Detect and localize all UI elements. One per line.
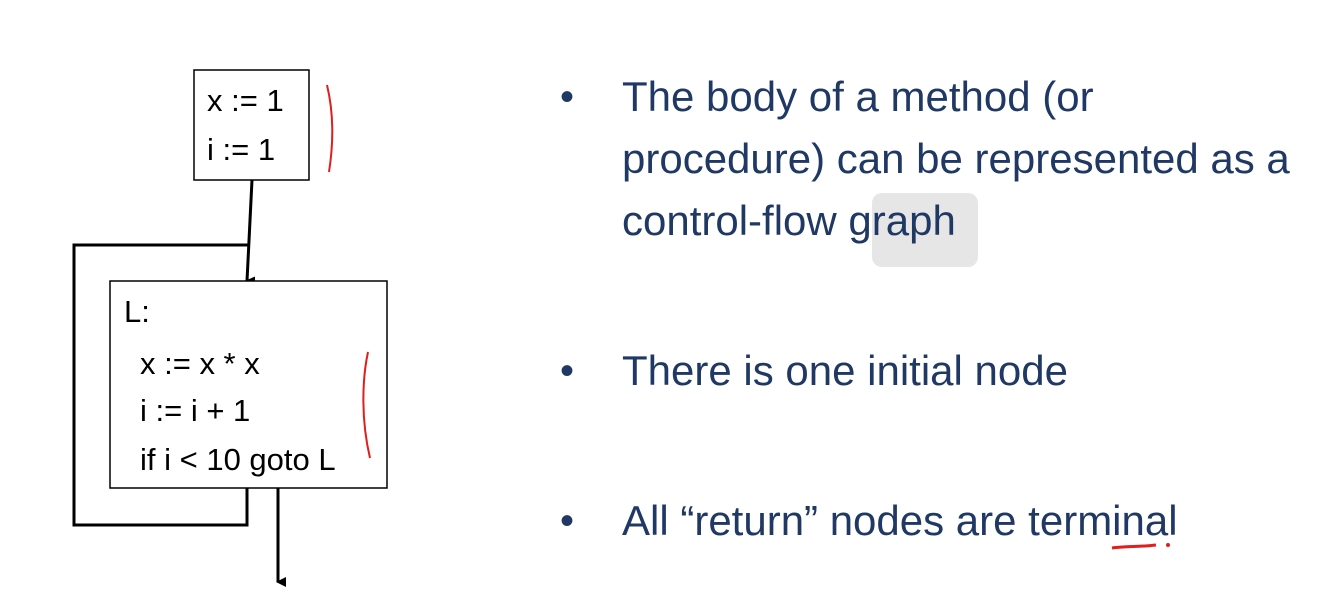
entry-line-1: x := 1 — [207, 83, 284, 118]
bullet-item-3: • All “return” nodes are terminal — [560, 490, 1292, 552]
bullet-text-2: There is one initial node — [622, 347, 1068, 394]
entry-to-loop-edge — [245, 179, 256, 287]
bullet-dot: • — [560, 349, 575, 393]
loop-line-2: i := i + 1 — [140, 393, 250, 428]
bullet-text-1: The body of a method (or procedure) can … — [622, 73, 1290, 244]
bullet-text-3: All “return” nodes are terminal — [622, 497, 1178, 544]
loop-line-3: if i < 10 goto L — [140, 442, 336, 477]
entry-line-2: i := 1 — [207, 132, 275, 167]
loop-line-1: x := x * x — [140, 346, 260, 381]
loop-label: L: — [124, 294, 150, 329]
bullet-dot: • — [560, 75, 575, 119]
bullet-item-2: • There is one initial node — [560, 340, 1292, 402]
bullet-dot: • — [560, 499, 575, 543]
annotation-bracket-entry — [326, 84, 334, 173]
bullet-item-1: • The body of a method (or procedure) ca… — [560, 66, 1292, 252]
bullet-list: • The body of a method (or procedure) ca… — [560, 0, 1300, 610]
